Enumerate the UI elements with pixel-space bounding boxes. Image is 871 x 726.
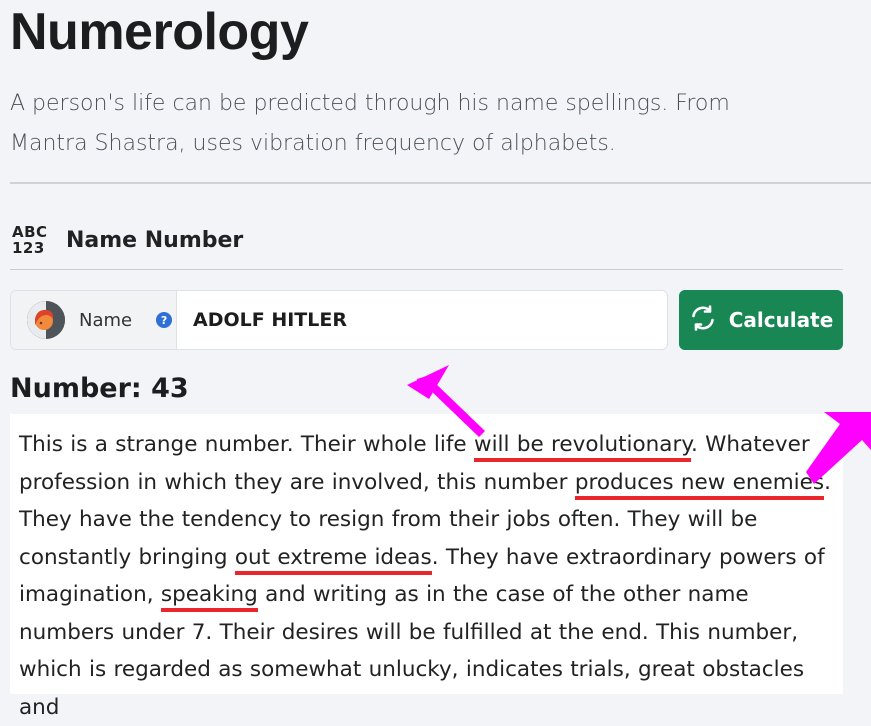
section-divider [10,269,843,270]
icon-text-abc: ABC [12,223,48,241]
name-input[interactable] [177,291,667,349]
calculate-button[interactable]: Calculate [679,290,843,350]
help-icon[interactable]: ? [156,312,173,328]
section-title: Name Number [66,227,244,253]
highlighted-phrase: out extreme ideas [234,544,432,575]
result-heading: Number: 43 [10,373,189,404]
highlighted-phrase: speaking [160,582,258,612]
name-label: Name [79,309,133,331]
result-text: This is a strange number. Their whole li… [19,426,833,726]
section-header: ABC 123 Name Number [12,220,243,260]
result-text-segment: This is a strange number. Their whole li… [19,432,474,457]
page-subtitle: A person's life can be predicted through… [10,91,730,156]
highlighted-phrase: will be revolutionary [474,432,691,462]
avatar-icon [27,301,65,339]
calculate-label: Calculate [728,308,834,332]
page-title: Numerology [10,3,309,61]
name-addon: Name ? [11,291,177,349]
name-input-group: Name ? [10,290,668,350]
result-box: This is a strange number. Their whole li… [10,414,843,720]
divider [10,182,871,184]
abc-123-icon: ABC 123 [12,222,52,258]
highlighted-phrase: produces new enemies [574,469,825,500]
icon-text-123: 123 [12,239,45,257]
refresh-icon [689,304,717,337]
